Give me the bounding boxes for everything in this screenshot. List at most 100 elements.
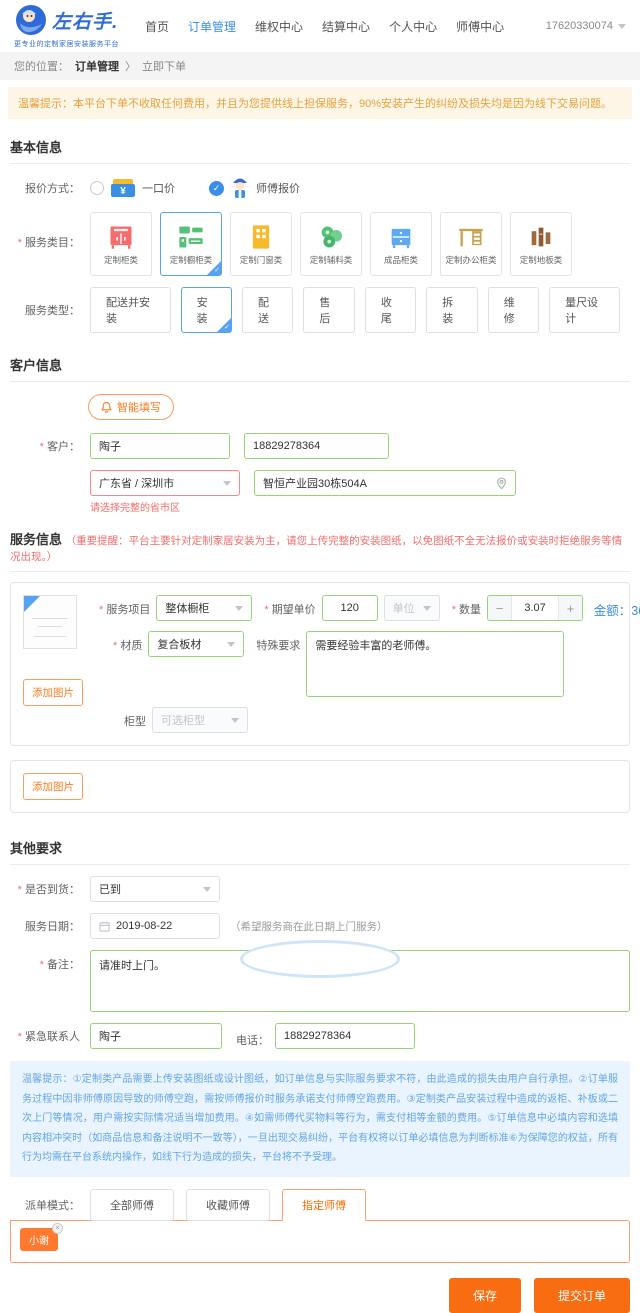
unit-price-input[interactable] <box>322 595 378 621</box>
category-label: 定制办公柜类 <box>445 254 496 266</box>
emergency-contact-label: 紧急联系人 <box>10 1028 80 1044</box>
breadcrumb-order-management[interactable]: 订单管理 <box>75 58 119 74</box>
account-phone: 17620330074 <box>546 20 613 32</box>
special-request-label: 特殊要求 <box>256 637 300 653</box>
location-pin-icon[interactable] <box>496 477 507 490</box>
service-type-repair[interactable]: 维修 <box>488 287 539 333</box>
service-date-label: 服务日期： <box>10 918 80 934</box>
service-type-measure-design[interactable]: 量尺设计 <box>549 287 620 333</box>
service-type-install-label: 安装 <box>197 297 208 325</box>
section-customer-info-title: 客户信息 <box>10 358 62 373</box>
material-select[interactable]: 复合板材 <box>148 631 244 657</box>
nav-order-management[interactable]: 订单管理 <box>188 18 236 35</box>
qty-decrease-button[interactable]: − <box>488 596 512 620</box>
address-value: 智恒产业园30栋504A <box>263 475 367 491</box>
service-type-deliver-install[interactable]: 配送并安装 <box>90 287 171 333</box>
tab-favorite-masters[interactable]: 收藏师傅 <box>186 1189 270 1221</box>
arrival-select[interactable]: 已到 <box>90 876 220 902</box>
section-service-info-title: 服务信息 <box>10 532 62 547</box>
breadcrumb-separator: 〉 <box>125 58 136 74</box>
project-select[interactable]: 整体橱柜 <box>156 595 252 621</box>
service-type-install[interactable]: 安装 <box>181 287 232 333</box>
emergency-phone-input[interactable] <box>275 1023 415 1049</box>
add-image-button[interactable]: 添加图片 <box>23 679 83 706</box>
emergency-phone-label: 电话： <box>236 1032 269 1048</box>
quote-option-master-quote-label: 师傅报价 <box>256 180 300 196</box>
smart-fill-button[interactable]: 智能填写 <box>88 394 174 420</box>
remove-master-icon[interactable]: × <box>52 1223 63 1234</box>
category-label: 定制柜类 <box>104 254 138 266</box>
emergency-contact-input[interactable] <box>90 1023 222 1049</box>
logo-mascot-icon <box>14 3 48 37</box>
unit-placeholder: 单位 <box>393 600 415 616</box>
service-date-hint: （希望服务商在此日期上门服务） <box>230 919 388 934</box>
save-button[interactable]: 保存 <box>449 1278 521 1313</box>
service-item-row-1: 服务项目 整体橱柜 期望单价 单位 数量 − 3.07 + <box>99 595 583 621</box>
special-request-textarea[interactable]: 需要经验丰富的老师傅。 <box>306 631 564 697</box>
nav-master-center[interactable]: 师傅中心 <box>456 18 504 35</box>
project-value: 整体橱柜 <box>165 600 209 616</box>
material-value: 复合板材 <box>157 636 201 652</box>
service-type-aftersale[interactable]: 售后 <box>303 287 354 333</box>
nav-home[interactable]: 首页 <box>145 18 169 35</box>
category-finished-cabinet[interactable]: 成品柜类 <box>370 212 432 276</box>
footer-decoration <box>240 940 400 978</box>
service-type-label: 服务类型： <box>10 302 80 318</box>
nav-personal-center[interactable]: 个人中心 <box>389 18 437 35</box>
nav-settlement-center[interactable]: 结算中心 <box>322 18 370 35</box>
price-label: 期望单价 <box>264 601 315 617</box>
address-input[interactable]: 智恒产业园30栋504A <box>254 470 516 496</box>
category-custom-door-window[interactable]: 定制门窗类 <box>230 212 292 276</box>
arrival-row: 是否到货： 已到 <box>10 876 630 902</box>
customer-phone-input[interactable] <box>244 433 389 459</box>
assigned-master-box: 小谢 × <box>10 1220 630 1263</box>
bell-icon <box>101 401 112 413</box>
smart-fill-label: 智能填写 <box>117 399 161 415</box>
service-type-finishing[interactable]: 收尾 <box>365 287 416 333</box>
service-date-input[interactable]: 2019-08-22 <box>90 913 220 939</box>
radio-checked-icon[interactable]: ✓ <box>209 181 224 196</box>
remark-label: 备注： <box>10 956 80 972</box>
service-type-deliver[interactable]: 配送 <box>242 287 293 333</box>
region-warning: 请选择完整的省市区 <box>90 499 516 514</box>
master-tag[interactable]: 小谢 × <box>20 1228 58 1251</box>
tab-assigned-masters[interactable]: 指定师傅 <box>282 1189 366 1221</box>
cabinet-type-select[interactable]: 可选柜型 <box>152 707 248 733</box>
qty-increase-button[interactable]: + <box>558 596 582 620</box>
chevron-down-icon <box>203 887 211 892</box>
category-custom-cabinet[interactable]: 定制柜类 <box>90 212 152 276</box>
drawer-chest-blue-icon <box>386 223 416 251</box>
region-select[interactable]: 广东省 / 深圳市 <box>90 470 240 496</box>
thumbnail-badge-icon <box>24 596 40 612</box>
category-custom-flooring[interactable]: 定制地板类 <box>510 212 572 276</box>
section-other-requirements: 其他要求 <box>10 827 630 865</box>
drawing-thumbnail[interactable] <box>23 595 77 649</box>
category-custom-kitchen-cabinet[interactable]: 定制橱柜类 <box>160 212 222 276</box>
quote-option-fixed-price-label: 一口价 <box>142 180 175 196</box>
quote-option-master-quote[interactable]: ✓ 师傅报价 <box>209 175 300 201</box>
dispatch-mode-label: 派单模式： <box>10 1197 80 1213</box>
category-custom-materials[interactable]: 定制辅料类 <box>300 212 362 276</box>
selected-check-icon <box>217 318 231 332</box>
wallet-yuan-icon: ¥ <box>110 178 136 198</box>
unit-select[interactable]: 单位 <box>384 595 440 621</box>
radio-unchecked-icon[interactable] <box>90 181 104 195</box>
customer-name-input[interactable] <box>90 433 230 459</box>
service-info-warning: （重要提醒：平台主要针对定制家居安装为主，请您上传完整的安装图纸，以免图纸不全无… <box>10 535 622 563</box>
add-image-button-2[interactable]: 添加图片 <box>23 773 83 800</box>
nav-rights-center[interactable]: 维权中心 <box>255 18 303 35</box>
quote-option-fixed-price[interactable]: ¥ 一口价 <box>90 178 175 198</box>
qty-value[interactable]: 3.07 <box>512 596 558 620</box>
emergency-contact-row: 紧急联系人 电话： <box>10 1023 630 1049</box>
submit-order-button[interactable]: 提交订单 <box>534 1278 630 1313</box>
calendar-icon <box>99 921 110 932</box>
tab-all-masters[interactable]: 全部师傅 <box>90 1189 174 1221</box>
service-item-row-2: 材质 复合板材 特殊要求 需要经验丰富的老师傅。 <box>99 631 583 697</box>
cabinet-red-icon <box>106 223 136 251</box>
dispatch-mode-row: 派单模式： 全部师傅 收藏师傅 指定师傅 <box>10 1189 630 1221</box>
breadcrumb-prefix: 您的位置： <box>14 58 69 74</box>
service-type-row: 服务类型： 配送并安装 安装 配送 售后 收尾 拆装 维修 量尺设计 <box>10 287 630 333</box>
service-type-disassembly[interactable]: 拆装 <box>426 287 477 333</box>
account-menu[interactable]: 17620330074 <box>546 20 626 32</box>
category-custom-office-cabinet[interactable]: 定制办公柜类 <box>440 212 502 276</box>
